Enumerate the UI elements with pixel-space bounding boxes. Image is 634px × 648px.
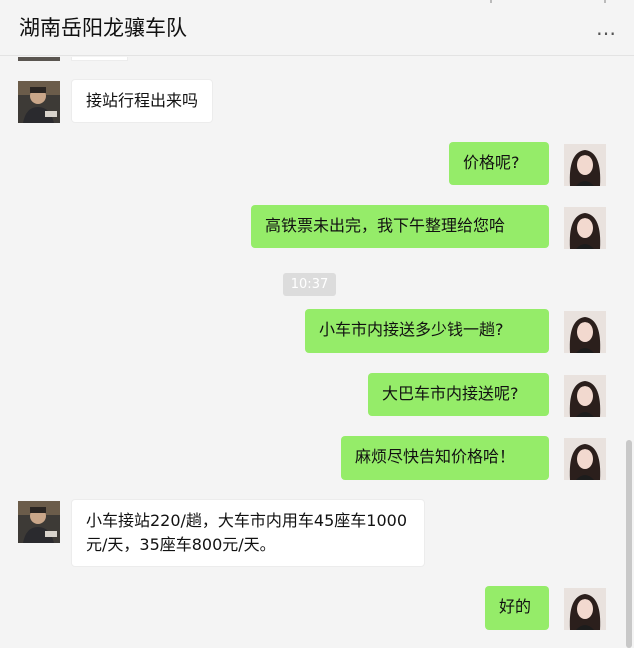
message-bubble: 小车接站220/趟，大车市内用车45座车1000元/天，35座车800元/天。 (71, 499, 425, 567)
user-avatar[interactable] (564, 375, 606, 417)
chat-area: 接站行程出来吗 价格呢? 高铁票未出完，我下午整理给您哈 10:37 小车市内接… (0, 57, 634, 648)
message-bubble: 好的 (485, 586, 549, 630)
user-avatar[interactable] (564, 311, 606, 353)
user-avatar[interactable] (564, 207, 606, 249)
message-bubble: 接站行程出来吗 (71, 79, 214, 123)
message-bubble: 小车市内接送多少钱一趟? (305, 309, 549, 353)
contact-avatar[interactable] (18, 501, 60, 543)
user-avatar[interactable] (564, 144, 606, 186)
more-options-icon[interactable]: … (596, 18, 617, 38)
message-bubble: 大巴车市内接送呢? (368, 373, 549, 416)
message-bubble: 麻烦尽快告知价格哈！ (341, 436, 549, 480)
message-bubble: 高铁票未出完，我下午整理给您哈 (251, 205, 549, 248)
user-avatar[interactable] (564, 588, 606, 630)
message-bubble: 价格呢? (449, 142, 549, 185)
user-avatar[interactable] (564, 438, 606, 480)
chat-title: 湖南岳阳龙骧车队 (19, 16, 187, 40)
chat-header: 湖南岳阳龙骧车队 … (0, 0, 634, 56)
timestamp: 10:37 (283, 273, 336, 296)
window-edge-mark (604, 0, 606, 3)
contact-avatar[interactable] (18, 81, 60, 123)
window-edge-mark (490, 0, 492, 3)
scrollbar[interactable] (626, 440, 632, 648)
